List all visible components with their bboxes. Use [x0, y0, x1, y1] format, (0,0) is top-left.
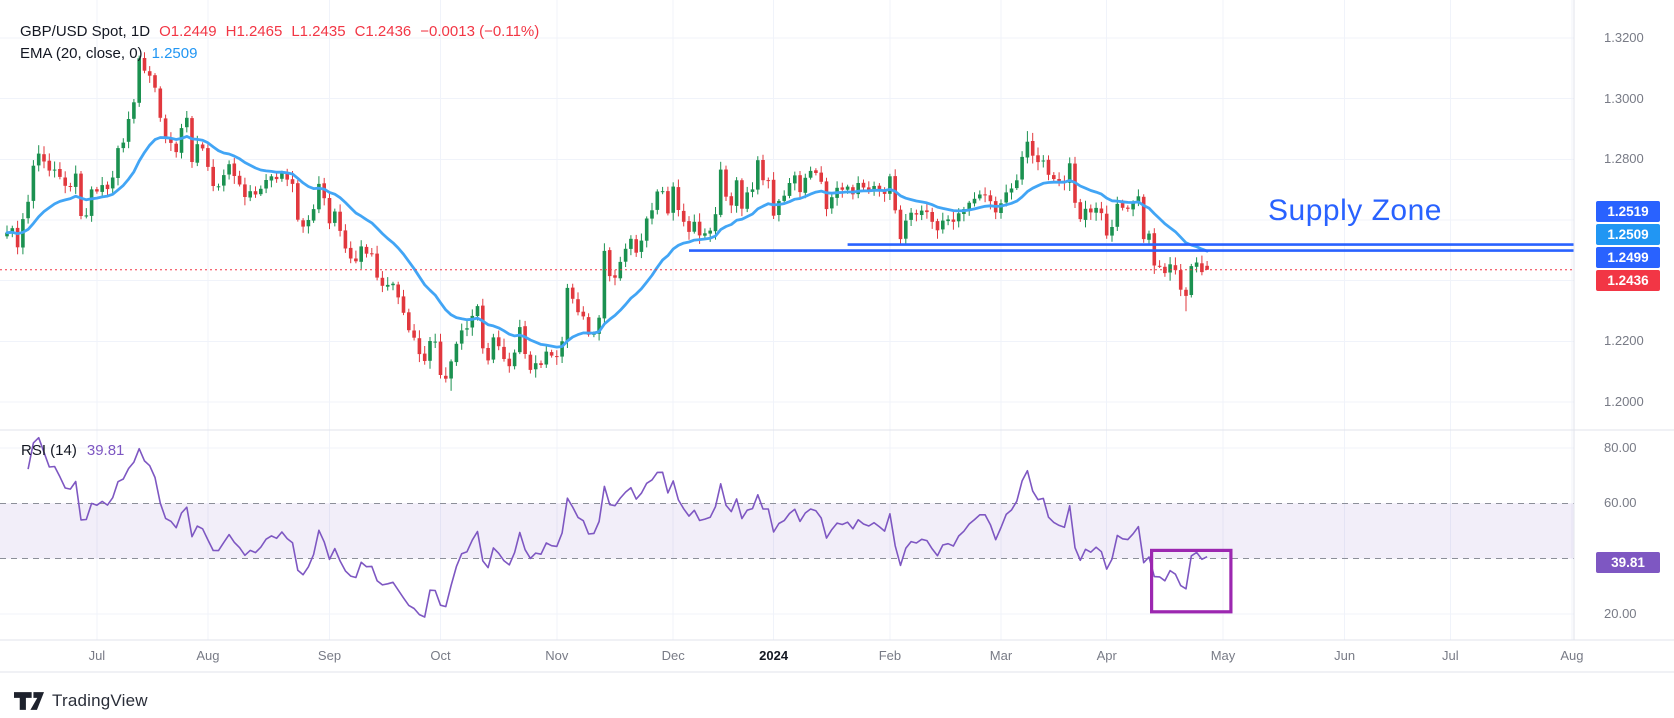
- ohlc-high: H1.2465: [226, 23, 283, 40]
- price-tick-label: 1.3200: [1604, 30, 1644, 45]
- time-tick-label: 2024: [759, 648, 788, 663]
- rsi-tick-label: 60.00: [1604, 495, 1637, 510]
- price-axis-badge: 1.2519: [1596, 201, 1660, 222]
- time-tick-label: Sep: [318, 648, 341, 663]
- time-tick-label: Jun: [1334, 648, 1355, 663]
- time-tick-label: Aug: [1560, 648, 1583, 663]
- time-tick-label: Jul: [89, 648, 106, 663]
- ohlc-low: L1.2435: [291, 23, 345, 40]
- rsi-tick-label: 80.00: [1604, 440, 1637, 455]
- time-tick-label: Apr: [1097, 648, 1117, 663]
- rsi-tick-label: 20.00: [1604, 606, 1637, 621]
- time-tick-label: Aug: [196, 648, 219, 663]
- ohlc-change: −0.0013 (−0.11%): [420, 23, 539, 40]
- ema-legend-row[interactable]: EMA (20, close, 0) 1.2509: [20, 43, 539, 65]
- time-tick-label: Mar: [990, 648, 1012, 663]
- price-axis-badge: 1.2499: [1596, 247, 1660, 268]
- price-tick-label: 1.3000: [1604, 91, 1644, 106]
- chart-canvas[interactable]: [0, 0, 1674, 718]
- price-axis-badge: 1.2436: [1596, 270, 1660, 291]
- rsi-label[interactable]: RSI (14): [21, 442, 77, 459]
- time-tick-label: Feb: [879, 648, 901, 663]
- tradingview-logo-text: TradingView: [52, 691, 148, 711]
- time-tick-label: Oct: [430, 648, 450, 663]
- ohlc-open: O1.2449: [159, 23, 217, 40]
- price-tick-label: 1.2000: [1604, 394, 1644, 409]
- ema-label[interactable]: EMA (20, close, 0): [20, 45, 143, 62]
- symbol-legend[interactable]: GBP/USD Spot, 1D O1.2449 H1.2465 L1.2435 C1.…: [20, 21, 539, 65]
- ohlc-close: C1.2436: [355, 23, 412, 40]
- time-tick-label: Dec: [662, 648, 685, 663]
- tradingview-chart-window: GBP/USD Spot, 1D O1.2449 H1.2465 L1.2435 C1.…: [0, 0, 1674, 718]
- time-tick-label: Jul: [1442, 648, 1459, 663]
- rsi-legend-row[interactable]: RSI (14) 39.81: [21, 442, 124, 459]
- symbol-legend-row[interactable]: GBP/USD Spot, 1D O1.2449 H1.2465 L1.2435 C1.…: [20, 21, 539, 43]
- price-tick-label: 1.2200: [1604, 333, 1644, 348]
- supply-zone-label[interactable]: Supply Zone: [1268, 194, 1442, 228]
- time-tick-label: May: [1211, 648, 1236, 663]
- rsi-value: 39.81: [87, 442, 125, 459]
- time-tick-label: Nov: [545, 648, 568, 663]
- tradingview-attribution[interactable]: TradingView: [14, 689, 148, 713]
- price-axis-badge: 1.2509: [1596, 224, 1660, 245]
- ema-value: 1.2509: [152, 45, 198, 62]
- symbol-title[interactable]: GBP/USD Spot, 1D: [20, 23, 150, 40]
- price-tick-label: 1.2800: [1604, 151, 1644, 166]
- tradingview-logo-icon: [14, 689, 44, 713]
- price-axis-badge: 39.81: [1596, 552, 1660, 573]
